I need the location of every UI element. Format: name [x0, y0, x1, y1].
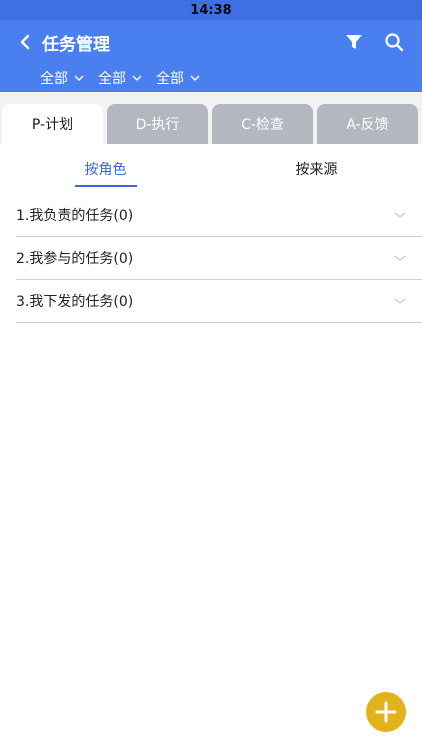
filter-dropdown-3[interactable]: 全部	[156, 68, 200, 88]
tab-label: D-执行	[135, 117, 180, 133]
filter-row: 全部 全部 全部	[0, 64, 422, 92]
subtabs: 按角色 按来源	[0, 144, 422, 194]
tab-label: P-计划	[31, 117, 74, 133]
status-bar: 14:38	[0, 0, 422, 20]
filter-dropdown-2[interactable]: 全部	[98, 68, 142, 88]
plus-icon	[375, 701, 397, 723]
chevron-down-icon	[394, 250, 406, 266]
header: 任务管理 全部 全部 全部	[0, 20, 422, 92]
list-item-label: 3.我下发的任务(0)	[16, 294, 134, 310]
tab-feedback[interactable]: A-反馈	[317, 104, 418, 144]
subtab-by-source[interactable]: 按来源	[286, 153, 348, 185]
tab-check[interactable]: C-检查	[212, 104, 313, 144]
list-item-label: 2.我参与的任务(0)	[16, 251, 134, 267]
phase-tabs: P-计划 D-执行 C-检查 A-反馈	[0, 92, 422, 144]
filter-dropdown-1[interactable]: 全部	[40, 68, 84, 88]
tab-execute[interactable]: D-执行	[107, 104, 208, 144]
search-icon[interactable]	[380, 28, 408, 56]
back-icon[interactable]	[14, 31, 36, 53]
chevron-down-icon	[394, 207, 406, 223]
filter-label: 全部	[98, 71, 126, 87]
tab-label: C-检查	[241, 117, 284, 133]
chevron-down-icon	[394, 293, 406, 309]
list-item[interactable]: 1.我负责的任务(0)	[16, 194, 422, 237]
list-item-label: 1.我负责的任务(0)	[16, 208, 134, 224]
chevron-down-icon	[132, 70, 142, 86]
filter-label: 全部	[40, 71, 68, 87]
task-list: 1.我负责的任务(0) 2.我参与的任务(0) 3.我下发的任务(0)	[0, 194, 422, 323]
add-button[interactable]	[366, 692, 406, 732]
subtab-by-role[interactable]: 按角色	[74, 153, 137, 187]
chevron-down-icon	[190, 70, 200, 86]
tab-plan[interactable]: P-计划	[2, 104, 103, 144]
list-item[interactable]: 2.我参与的任务(0)	[16, 237, 422, 280]
status-time: 14:38	[190, 2, 232, 18]
filter-label: 全部	[156, 71, 184, 87]
header-row: 任务管理	[0, 20, 422, 64]
filter-icon[interactable]	[340, 28, 368, 56]
list-item[interactable]: 3.我下发的任务(0)	[16, 280, 422, 323]
page-title: 任务管理	[42, 34, 110, 55]
chevron-down-icon	[74, 70, 84, 86]
tab-label: A-反馈	[346, 117, 389, 133]
